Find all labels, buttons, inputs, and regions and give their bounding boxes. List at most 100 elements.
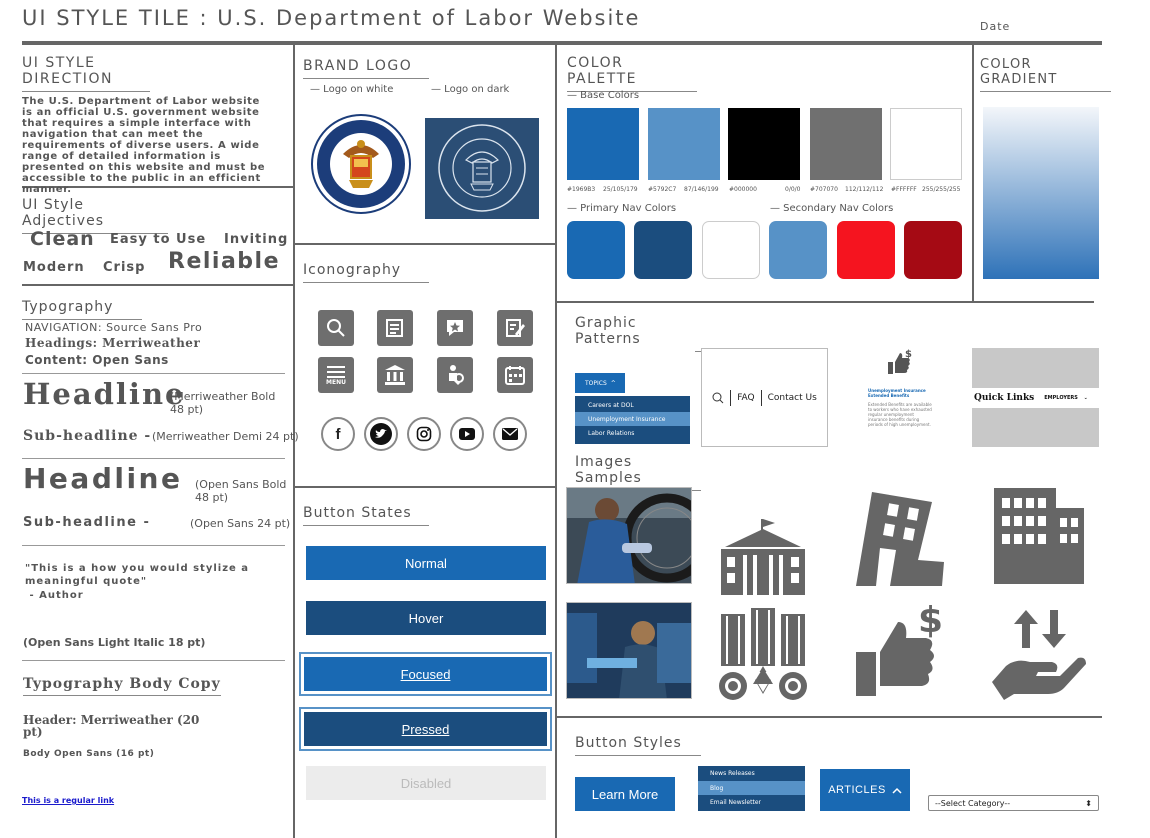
rule: [557, 716, 1102, 718]
typography-section: Typography: [22, 296, 290, 320]
body-header-note: Header: Merriweather (20 pt): [23, 713, 200, 739]
primary-nav-swatch-1: [567, 221, 625, 279]
news-icon[interactable]: [377, 310, 413, 346]
secondary-nav-label: — Secondary Nav Colors: [770, 203, 894, 214]
swatch-rgb: 255/255/255: [922, 186, 961, 193]
dropdown-item[interactable]: Blog: [698, 781, 805, 795]
normal-button[interactable]: Normal: [306, 546, 546, 580]
pressed-button[interactable]: Pressed: [299, 707, 552, 751]
swatch-rgb: 87/146/199: [684, 186, 719, 193]
menu-icon[interactable]: MENU: [318, 357, 354, 393]
focused-button[interactable]: Focused: [299, 652, 552, 696]
thumbs-up-dollar-icon: $: [888, 349, 912, 374]
government-building-icon[interactable]: [377, 357, 413, 393]
swatch-hex: #000000: [729, 186, 757, 193]
typography-content: Content: Open Sans: [25, 353, 169, 367]
topics-label: TOPICS: [585, 379, 607, 387]
category-select[interactable]: --Select Category-- ⬍: [928, 795, 1099, 811]
news-dropdown-menu: News Releases Blog Email Newsletter: [698, 766, 805, 811]
rule: [22, 458, 285, 459]
calendar-icon[interactable]: [497, 357, 533, 393]
swatch-hex: #5792C7: [648, 186, 677, 193]
primary-nav-swatch-3: [702, 221, 760, 279]
category-select-value: --Select Category--: [935, 798, 1011, 808]
select-arrows-icon: ⬍: [1085, 798, 1092, 808]
svg-text:$: $: [905, 349, 912, 360]
button-states-section: Button States: [303, 502, 429, 526]
quote-author: - Author: [25, 590, 84, 601]
graphic-patterns-section: Graphic Patterns: [575, 315, 701, 352]
button-states-heading: Button States: [303, 505, 429, 526]
hover-button[interactable]: Hover: [306, 601, 546, 635]
dol-seal-white: [311, 114, 411, 214]
button-styles-section: Button Styles: [575, 732, 701, 756]
swatch-707070: [810, 108, 882, 180]
primary-nav-label: — Primary Nav Colors: [567, 203, 677, 214]
search-icon[interactable]: [318, 310, 354, 346]
office-buildings-icon: [994, 488, 1084, 584]
person-helper-icon[interactable]: [437, 357, 473, 393]
secondary-nav-swatch-1: [769, 221, 827, 279]
title-rule: [22, 41, 1102, 45]
adjective-modern: Modern: [23, 260, 85, 275]
contact-link[interactable]: Contact Us: [768, 393, 817, 403]
employers-label: EMPLOYERS: [1044, 395, 1078, 401]
iconography-heading: Iconography: [303, 262, 429, 283]
page-title: UI STYLE TILE : U.S. Department of Labor…: [22, 6, 641, 30]
search-faq-pattern: FAQ Contact Us: [701, 348, 828, 447]
subheadline-sans: Sub-headline -: [23, 515, 151, 530]
rule: [22, 284, 293, 286]
typography-heading: Typography: [22, 299, 142, 320]
faq-link[interactable]: FAQ: [737, 393, 754, 403]
headline-sans-note: (Open Sans Bold 48 pt): [195, 478, 287, 504]
dropdown-item[interactable]: Email Newsletter: [698, 795, 805, 810]
form-edit-icon[interactable]: [497, 310, 533, 346]
graphic-patterns-heading: Graphic Patterns: [575, 315, 701, 352]
iconography-section: Iconography: [303, 259, 429, 283]
facebook-icon[interactable]: f: [321, 417, 355, 451]
search-icon[interactable]: [712, 392, 724, 404]
gradient-swatch: [983, 107, 1099, 279]
col-divider-2: [555, 45, 557, 838]
topics-item[interactable]: Careers at DOL: [575, 398, 690, 412]
adjective-crisp: Crisp: [103, 260, 146, 275]
swatch-rgb: 25/105/179: [603, 186, 638, 193]
topics-button[interactable]: TOPICS ^: [575, 373, 625, 393]
employers-dropdown[interactable]: EMPLOYERS ⌄: [1044, 395, 1088, 401]
photo-lab-worker: [566, 602, 692, 699]
learn-more-button[interactable]: Learn More: [575, 777, 675, 811]
button-styles-heading: Button Styles: [575, 735, 701, 756]
hand-exchange-icon: [992, 610, 1086, 700]
adjective-easy: Easy to Use: [110, 232, 207, 247]
youtube-icon[interactable]: [450, 417, 484, 451]
swatch-hex: #707070: [810, 186, 838, 193]
twitter-icon[interactable]: [364, 417, 398, 451]
logo-on-dark-label: — Logo on dark: [431, 84, 510, 95]
chevron-down-icon: ⌄: [1083, 395, 1088, 401]
card-text: Extended Benefits are available to worke…: [868, 402, 932, 427]
email-icon[interactable]: [493, 417, 527, 451]
topics-item[interactable]: Labor Relations: [575, 426, 690, 440]
rule: [295, 486, 555, 488]
subheadline-serif: Sub-headline -: [23, 428, 152, 444]
base-colors-label: — Base Colors: [567, 90, 640, 101]
secondary-nav-swatch-3: [904, 221, 962, 279]
headline-serif-note: (Merriweather Bold 48 pt): [170, 390, 276, 416]
images-samples-heading: Images Samples: [575, 454, 701, 491]
body-copy-heading: Typography Body Copy: [23, 676, 221, 696]
topics-menu-pattern: TOPICS ^ Careers at DOL Unemployment Insu…: [575, 349, 695, 445]
instagram-icon[interactable]: [407, 417, 441, 451]
regular-link[interactable]: This is a regular link: [22, 796, 114, 805]
body-font-note: Body Open Sans (16 pt): [23, 749, 155, 759]
dropdown-item[interactable]: News Releases: [698, 766, 805, 781]
primary-nav-swatch-2: [634, 221, 692, 279]
swatch-hex: #FFFFFF: [891, 186, 917, 193]
quick-links-pattern: Quick Links EMPLOYERS ⌄: [972, 348, 1099, 447]
topics-item[interactable]: Unemployment Insurance: [575, 412, 690, 426]
swatch-rgb: 112/112/112: [845, 186, 884, 193]
svg-text:$: $: [918, 600, 943, 641]
color-gradient-heading: COLOR GRADIENT: [980, 57, 1111, 92]
articles-label: ARTICLES: [828, 784, 886, 796]
star-chat-icon[interactable]: [437, 310, 473, 346]
articles-button[interactable]: ARTICLES: [820, 769, 910, 811]
